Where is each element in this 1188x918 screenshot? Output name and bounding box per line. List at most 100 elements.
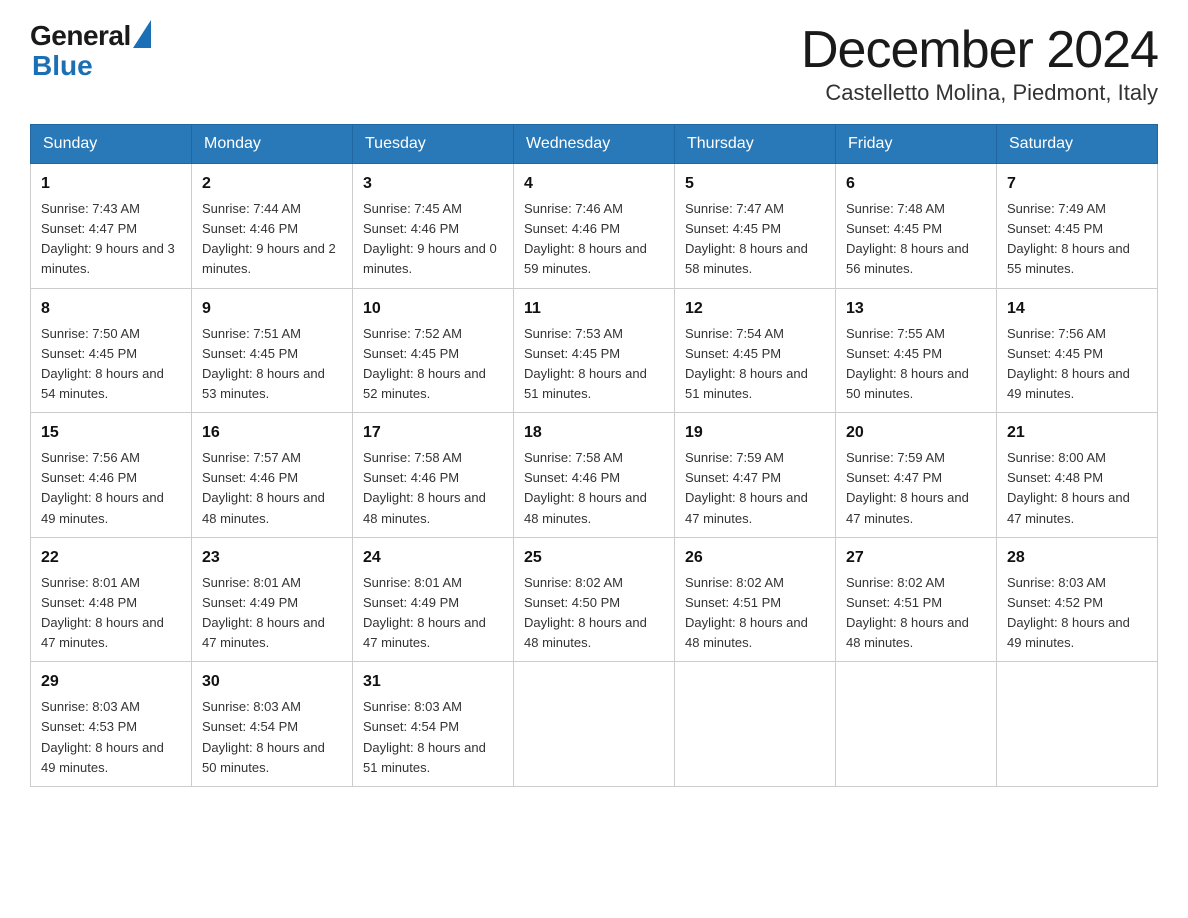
calendar-day-cell bbox=[675, 662, 836, 787]
day-number: 30 bbox=[202, 670, 342, 694]
calendar-day-cell: 14 Sunrise: 7:56 AMSunset: 4:45 PMDayligh… bbox=[997, 288, 1158, 413]
day-number: 11 bbox=[524, 297, 664, 321]
calendar-table: SundayMondayTuesdayWednesdayThursdayFrid… bbox=[30, 124, 1158, 787]
day-of-week-header: Monday bbox=[192, 125, 353, 164]
calendar-day-cell: 6 Sunrise: 7:48 AMSunset: 4:45 PMDaylight… bbox=[836, 164, 997, 289]
day-number: 5 bbox=[685, 172, 825, 196]
calendar-day-cell: 4Sunrise: 7:46 AMSunset: 4:46 PMDaylight… bbox=[514, 164, 675, 289]
day-of-week-header: Thursday bbox=[675, 125, 836, 164]
calendar-day-cell: 2 Sunrise: 7:44 AMSunset: 4:46 PMDaylight… bbox=[192, 164, 353, 289]
day-number: 22 bbox=[41, 546, 181, 570]
day-number: 28 bbox=[1007, 546, 1147, 570]
calendar-day-cell: 8 Sunrise: 7:50 AMSunset: 4:45 PMDaylight… bbox=[31, 288, 192, 413]
day-number: 31 bbox=[363, 670, 503, 694]
logo-general-text: General bbox=[30, 20, 131, 52]
day-number: 29 bbox=[41, 670, 181, 694]
day-info: Sunrise: 7:43 AMSunset: 4:47 PMDaylight:… bbox=[41, 201, 175, 276]
day-number: 19 bbox=[685, 421, 825, 445]
day-number: 20 bbox=[846, 421, 986, 445]
day-info: Sunrise: 7:59 AMSunset: 4:47 PMDaylight:… bbox=[685, 450, 808, 525]
day-info: Sunrise: 8:01 AMSunset: 4:49 PMDaylight:… bbox=[202, 575, 325, 650]
day-info: Sunrise: 7:51 AMSunset: 4:45 PMDaylight:… bbox=[202, 326, 325, 401]
calendar-day-cell: 26 Sunrise: 8:02 AMSunset: 4:51 PMDayligh… bbox=[675, 537, 836, 662]
day-number: 9 bbox=[202, 297, 342, 321]
title-block: December 2024 Castelletto Molina, Piedmo… bbox=[801, 20, 1158, 106]
calendar-day-cell: 24Sunrise: 8:01 AMSunset: 4:49 PMDayligh… bbox=[353, 537, 514, 662]
day-info: Sunrise: 7:58 AMSunset: 4:46 PMDaylight:… bbox=[524, 450, 647, 525]
calendar-day-cell: 9 Sunrise: 7:51 AMSunset: 4:45 PMDaylight… bbox=[192, 288, 353, 413]
day-number: 3 bbox=[363, 172, 503, 196]
calendar-day-cell: 15Sunrise: 7:56 AMSunset: 4:46 PMDayligh… bbox=[31, 413, 192, 538]
calendar-day-cell: 18 Sunrise: 7:58 AMSunset: 4:46 PMDayligh… bbox=[514, 413, 675, 538]
day-info: Sunrise: 7:57 AMSunset: 4:46 PMDaylight:… bbox=[202, 450, 325, 525]
day-number: 10 bbox=[363, 297, 503, 321]
day-info: Sunrise: 7:50 AMSunset: 4:45 PMDaylight:… bbox=[41, 326, 164, 401]
calendar-day-cell: 31 Sunrise: 8:03 AMSunset: 4:54 PMDayligh… bbox=[353, 662, 514, 787]
day-info: Sunrise: 7:45 AMSunset: 4:46 PMDaylight:… bbox=[363, 201, 497, 276]
day-of-week-header: Saturday bbox=[997, 125, 1158, 164]
day-number: 6 bbox=[846, 172, 986, 196]
day-number: 2 bbox=[202, 172, 342, 196]
day-info: Sunrise: 8:02 AMSunset: 4:51 PMDaylight:… bbox=[846, 575, 969, 650]
day-info: Sunrise: 7:59 AMSunset: 4:47 PMDaylight:… bbox=[846, 450, 969, 525]
day-info: Sunrise: 7:53 AMSunset: 4:45 PMDaylight:… bbox=[524, 326, 647, 401]
day-number: 17 bbox=[363, 421, 503, 445]
calendar-day-cell: 23 Sunrise: 8:01 AMSunset: 4:49 PMDayligh… bbox=[192, 537, 353, 662]
calendar-day-cell: 7 Sunrise: 7:49 AMSunset: 4:45 PMDaylight… bbox=[997, 164, 1158, 289]
calendar-week-row: 1Sunrise: 7:43 AMSunset: 4:47 PMDaylight… bbox=[31, 164, 1158, 289]
day-number: 14 bbox=[1007, 297, 1147, 321]
calendar-week-row: 15Sunrise: 7:56 AMSunset: 4:46 PMDayligh… bbox=[31, 413, 1158, 538]
day-number: 18 bbox=[524, 421, 664, 445]
calendar-day-cell: 12Sunrise: 7:54 AMSunset: 4:45 PMDayligh… bbox=[675, 288, 836, 413]
calendar-day-cell: 5 Sunrise: 7:47 AMSunset: 4:45 PMDaylight… bbox=[675, 164, 836, 289]
day-info: Sunrise: 7:48 AMSunset: 4:45 PMDaylight:… bbox=[846, 201, 969, 276]
day-info: Sunrise: 8:02 AMSunset: 4:51 PMDaylight:… bbox=[685, 575, 808, 650]
calendar-day-cell: 27Sunrise: 8:02 AMSunset: 4:51 PMDayligh… bbox=[836, 537, 997, 662]
day-number: 4 bbox=[524, 172, 664, 196]
logo: General Blue bbox=[30, 20, 151, 82]
calendar-day-cell: 10 Sunrise: 7:52 AMSunset: 4:45 PMDayligh… bbox=[353, 288, 514, 413]
day-info: Sunrise: 7:47 AMSunset: 4:45 PMDaylight:… bbox=[685, 201, 808, 276]
calendar-day-cell: 11 Sunrise: 7:53 AMSunset: 4:45 PMDayligh… bbox=[514, 288, 675, 413]
calendar-day-cell: 3 Sunrise: 7:45 AMSunset: 4:46 PMDaylight… bbox=[353, 164, 514, 289]
day-number: 21 bbox=[1007, 421, 1147, 445]
day-info: Sunrise: 7:44 AMSunset: 4:46 PMDaylight:… bbox=[202, 201, 336, 276]
location-text: Castelletto Molina, Piedmont, Italy bbox=[801, 80, 1158, 106]
day-number: 7 bbox=[1007, 172, 1147, 196]
day-info: Sunrise: 8:00 AMSunset: 4:48 PMDaylight:… bbox=[1007, 450, 1130, 525]
day-info: Sunrise: 7:55 AMSunset: 4:45 PMDaylight:… bbox=[846, 326, 969, 401]
day-number: 8 bbox=[41, 297, 181, 321]
day-number: 26 bbox=[685, 546, 825, 570]
month-title: December 2024 bbox=[801, 20, 1158, 80]
calendar-day-cell: 28 Sunrise: 8:03 AMSunset: 4:52 PMDayligh… bbox=[997, 537, 1158, 662]
day-of-week-header: Wednesday bbox=[514, 125, 675, 164]
day-info: Sunrise: 7:56 AMSunset: 4:46 PMDaylight:… bbox=[41, 450, 164, 525]
calendar-header-row: SundayMondayTuesdayWednesdayThursdayFrid… bbox=[31, 125, 1158, 164]
calendar-day-cell: 25 Sunrise: 8:02 AMSunset: 4:50 PMDayligh… bbox=[514, 537, 675, 662]
calendar-day-cell: 17 Sunrise: 7:58 AMSunset: 4:46 PMDayligh… bbox=[353, 413, 514, 538]
day-number: 12 bbox=[685, 297, 825, 321]
calendar-week-row: 22Sunrise: 8:01 AMSunset: 4:48 PMDayligh… bbox=[31, 537, 1158, 662]
calendar-day-cell: 13 Sunrise: 7:55 AMSunset: 4:45 PMDayligh… bbox=[836, 288, 997, 413]
day-info: Sunrise: 8:03 AMSunset: 4:52 PMDaylight:… bbox=[1007, 575, 1130, 650]
calendar-day-cell bbox=[514, 662, 675, 787]
day-number: 16 bbox=[202, 421, 342, 445]
day-info: Sunrise: 7:58 AMSunset: 4:46 PMDaylight:… bbox=[363, 450, 486, 525]
calendar-day-cell: 29Sunrise: 8:03 AMSunset: 4:53 PMDayligh… bbox=[31, 662, 192, 787]
calendar-day-cell: 21 Sunrise: 8:00 AMSunset: 4:48 PMDayligh… bbox=[997, 413, 1158, 538]
day-of-week-header: Tuesday bbox=[353, 125, 514, 164]
day-info: Sunrise: 7:49 AMSunset: 4:45 PMDaylight:… bbox=[1007, 201, 1130, 276]
day-number: 23 bbox=[202, 546, 342, 570]
day-number: 13 bbox=[846, 297, 986, 321]
calendar-day-cell bbox=[836, 662, 997, 787]
day-number: 25 bbox=[524, 546, 664, 570]
page-header: General Blue December 2024 Castelletto M… bbox=[30, 20, 1158, 106]
calendar-day-cell: 22Sunrise: 8:01 AMSunset: 4:48 PMDayligh… bbox=[31, 537, 192, 662]
day-info: Sunrise: 8:02 AMSunset: 4:50 PMDaylight:… bbox=[524, 575, 647, 650]
day-info: Sunrise: 7:52 AMSunset: 4:45 PMDaylight:… bbox=[363, 326, 486, 401]
calendar-week-row: 8 Sunrise: 7:50 AMSunset: 4:45 PMDaylight… bbox=[31, 288, 1158, 413]
day-info: Sunrise: 7:56 AMSunset: 4:45 PMDaylight:… bbox=[1007, 326, 1130, 401]
day-info: Sunrise: 8:03 AMSunset: 4:54 PMDaylight:… bbox=[363, 699, 486, 774]
calendar-day-cell: 19 Sunrise: 7:59 AMSunset: 4:47 PMDayligh… bbox=[675, 413, 836, 538]
calendar-day-cell: 30Sunrise: 8:03 AMSunset: 4:54 PMDayligh… bbox=[192, 662, 353, 787]
